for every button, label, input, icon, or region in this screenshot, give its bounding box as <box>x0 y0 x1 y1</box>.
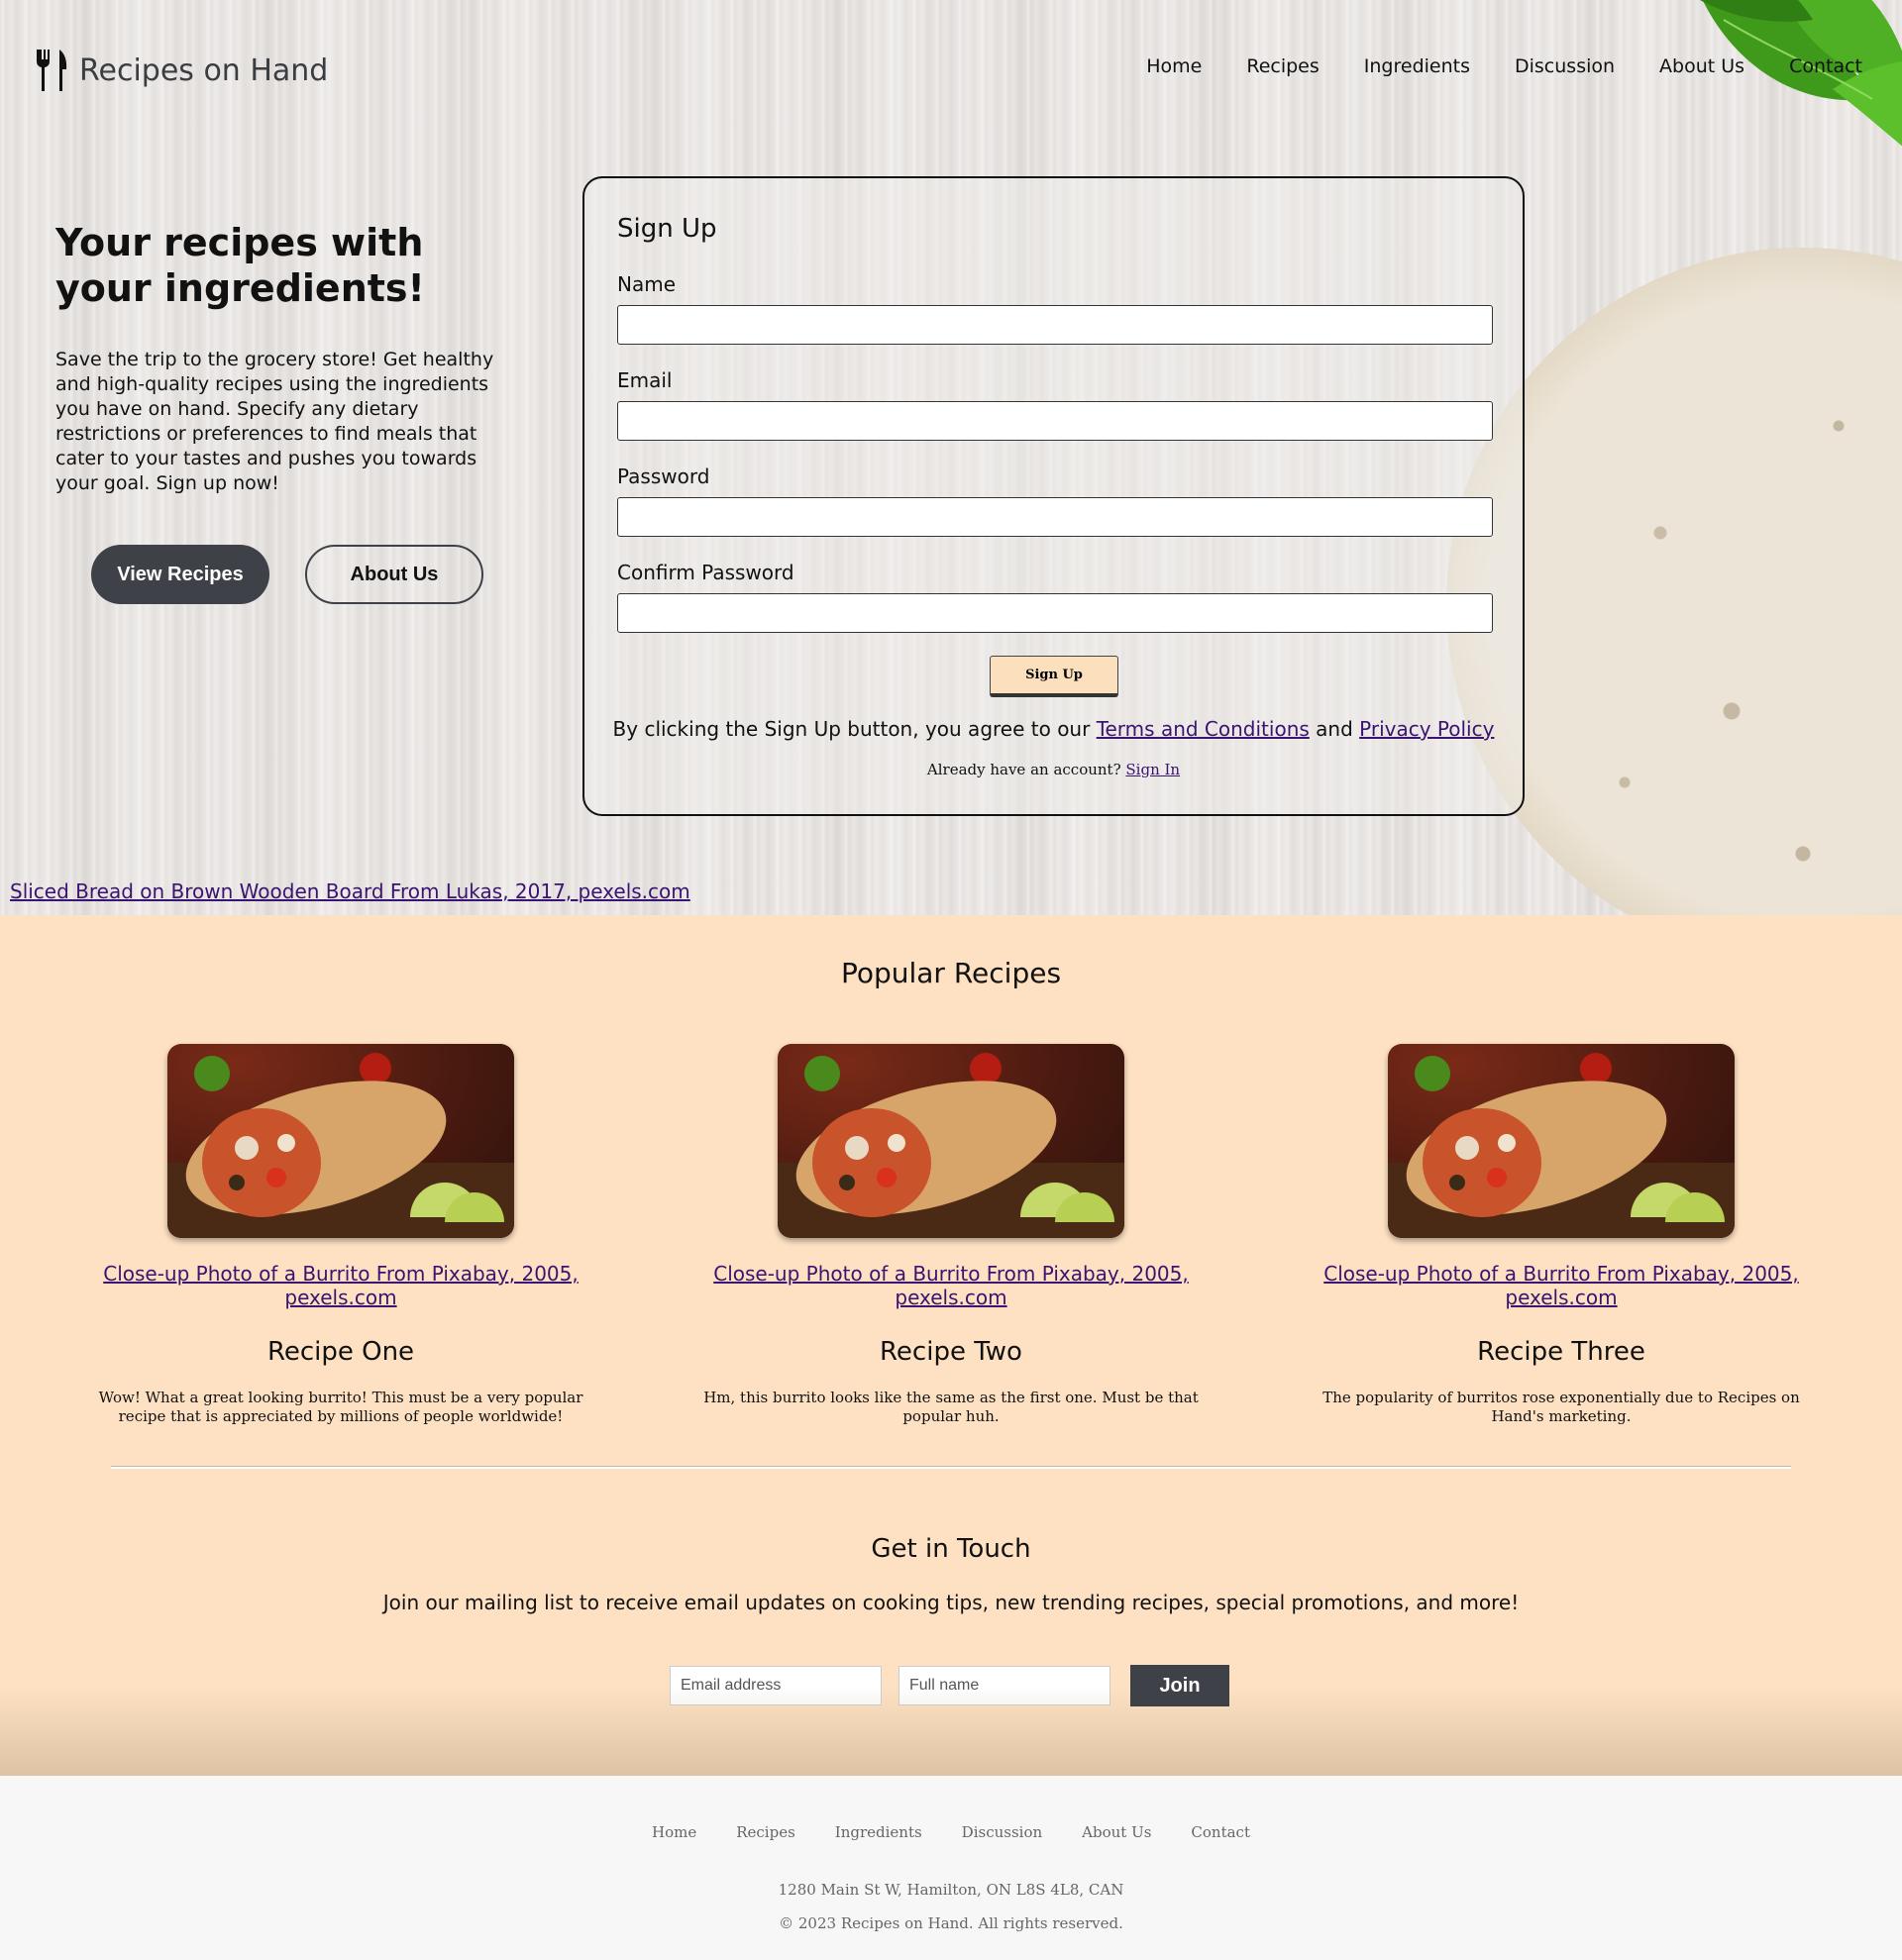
recipe-title[interactable]: Recipe One <box>63 1337 618 1367</box>
recipe-description: Hm, this burrito looks like the same as … <box>703 1389 1199 1425</box>
footer-nav-home[interactable]: Home <box>652 1823 696 1841</box>
fork-knife-icon <box>37 50 67 91</box>
footer-nav: Home Recipes Ingredients Discussion Abou… <box>0 1823 1902 1841</box>
main-nav: Home Recipes Ingredients Discussion Abou… <box>1146 55 1862 77</box>
nav-home[interactable]: Home <box>1146 55 1202 77</box>
privacy-link[interactable]: Privacy Policy <box>1359 717 1494 741</box>
recipe-card: Close-up Photo of a Burrito From Pixabay… <box>63 1044 618 1426</box>
email-input[interactable] <box>617 401 1493 441</box>
confirm-password-label: Confirm Password <box>617 561 794 584</box>
hero-text: Save the trip to the grocery store! Get … <box>55 349 494 494</box>
footer-nav-contact[interactable]: Contact <box>1191 1823 1250 1841</box>
footer-copyright: © 2023 Recipes on Hand. All rights reser… <box>779 1914 1123 1932</box>
nav-ingredients[interactable]: Ingredients <box>1364 55 1470 77</box>
mailing-name-input[interactable]: Full name <box>898 1666 1110 1705</box>
nav-about-us[interactable]: About Us <box>1659 55 1744 77</box>
password-label: Password <box>617 464 710 488</box>
already-text: Already have an account? <box>926 761 1126 778</box>
terms-agreement: By clicking the Sign Up button, you agre… <box>584 717 1523 741</box>
mailing-email-input[interactable]: Email address <box>670 1666 882 1705</box>
join-button[interactable]: Join <box>1130 1665 1229 1706</box>
burrito-image[interactable] <box>1388 1044 1735 1238</box>
hero-image-credit-link[interactable]: Sliced Bread on Brown Wooden Board From … <box>10 879 690 903</box>
name-label: Name <box>617 272 677 296</box>
recipe-image-credit-link[interactable]: Close-up Photo of a Burrito From Pixabay… <box>674 1262 1228 1309</box>
popular-title: Popular Recipes <box>840 957 1062 989</box>
hero-intro: Your recipes with your ingredients! Save… <box>55 220 511 496</box>
recipe-title[interactable]: Recipe Two <box>674 1337 1228 1367</box>
terms-link[interactable]: Terms and Conditions <box>1097 717 1310 741</box>
site-header: Recipes on Hand Home Recipes Ingredients… <box>0 0 1902 129</box>
view-recipes-button[interactable]: View Recipes <box>91 545 269 604</box>
recipe-card: Close-up Photo of a Burrito From Pixabay… <box>674 1044 1228 1426</box>
nav-contact[interactable]: Contact <box>1789 55 1862 77</box>
brand-name: Recipes on Hand <box>79 52 329 88</box>
hero-title: Your recipes with your ingredients! <box>55 221 425 310</box>
signup-form: Sign Up Name Email Password Confirm Pass… <box>582 176 1525 816</box>
footer-nav-about-us[interactable]: About Us <box>1082 1823 1151 1841</box>
signin-link[interactable]: Sign In <box>1125 761 1180 778</box>
signup-button[interactable]: Sign Up <box>990 656 1118 697</box>
recipe-image-credit-link[interactable]: Close-up Photo of a Burrito From Pixabay… <box>63 1262 618 1309</box>
hero-section: Recipes on Hand Home Recipes Ingredients… <box>0 0 1902 915</box>
password-input[interactable] <box>617 497 1493 537</box>
recipe-title[interactable]: Recipe Three <box>1284 1337 1839 1367</box>
name-input[interactable] <box>617 305 1493 345</box>
agree-prefix: By clicking the Sign Up button, you agre… <box>612 717 1097 741</box>
popular-recipes-section: Popular Recipes Close-up Photo of a Burr… <box>0 915 1902 1776</box>
touch-title: Get in Touch <box>871 1534 1031 1564</box>
recipe-description: Wow! What a great looking burrito! This … <box>98 1389 583 1425</box>
brand-logo[interactable]: Recipes on Hand <box>34 50 328 91</box>
email-label: Email <box>617 368 673 392</box>
footer-nav-ingredients[interactable]: Ingredients <box>835 1823 922 1841</box>
footer-nav-discussion[interactable]: Discussion <box>962 1823 1042 1841</box>
agree-and: and <box>1309 717 1360 741</box>
about-us-button[interactable]: About Us <box>305 545 483 604</box>
site-footer: Home Recipes Ingredients Discussion Abou… <box>0 1776 1902 1960</box>
burrito-image[interactable] <box>778 1044 1124 1238</box>
recipe-image-credit-link[interactable]: Close-up Photo of a Burrito From Pixabay… <box>1284 1262 1839 1309</box>
confirm-password-input[interactable] <box>617 593 1493 633</box>
nav-recipes[interactable]: Recipes <box>1246 55 1319 77</box>
signup-title: Sign Up <box>617 214 717 244</box>
nav-discussion[interactable]: Discussion <box>1515 55 1615 77</box>
burrito-image[interactable] <box>167 1044 514 1238</box>
footer-address: 1280 Main St W, Hamilton, ON L8S 4L8, CA… <box>778 1881 1124 1899</box>
recipe-card: Close-up Photo of a Burrito From Pixabay… <box>1284 1044 1839 1426</box>
recipe-description: The popularity of burritos rose exponent… <box>1322 1389 1800 1425</box>
section-divider <box>111 1466 1791 1469</box>
touch-text: Join our mailing list to receive email u… <box>382 1591 1520 1614</box>
already-account: Already have an account? Sign In <box>584 761 1523 778</box>
footer-nav-recipes[interactable]: Recipes <box>736 1823 795 1841</box>
